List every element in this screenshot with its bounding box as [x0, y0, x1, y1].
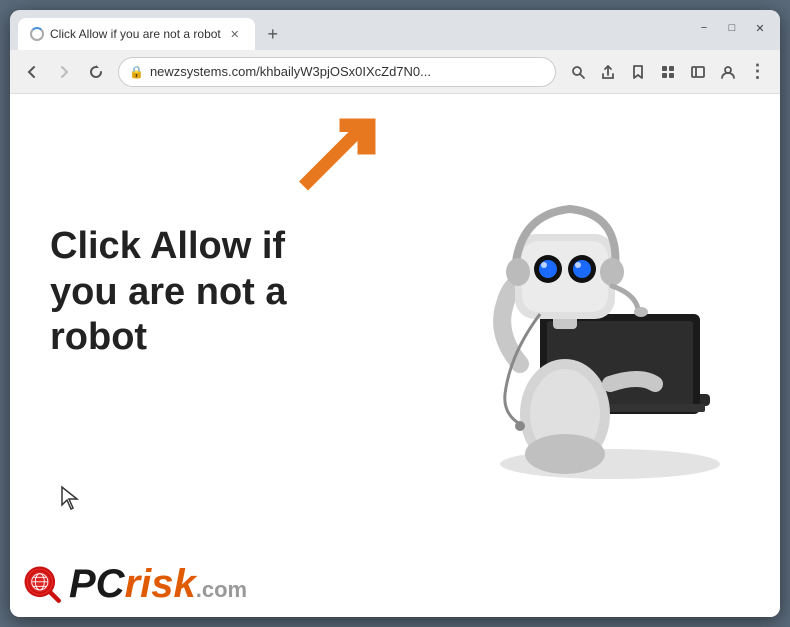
minimize-button[interactable]: − — [692, 18, 716, 38]
forward-button[interactable] — [50, 58, 78, 86]
orange-arrow-icon — [290, 114, 380, 204]
arrow-container — [290, 114, 410, 214]
sidebar-button[interactable] — [684, 58, 712, 86]
tab-spinner — [30, 27, 44, 41]
url-text: newzsystems.com/khbailyW3pjOSx0IXcZd7N0.… — [150, 64, 545, 79]
share-button[interactable] — [594, 58, 622, 86]
title-bar: Click Allow if you are not a robot ✕ + −… — [10, 10, 780, 50]
pcrisk-logo-icon — [20, 562, 65, 607]
reload-button[interactable] — [82, 58, 110, 86]
browser-window: Click Allow if you are not a robot ✕ + −… — [10, 10, 780, 617]
new-tab-button[interactable]: + — [259, 20, 287, 48]
toolbar-right-icons: ⋮ — [564, 58, 772, 86]
pcrisk-logo: PC risk .com — [20, 562, 247, 607]
pcrisk-risk-text: risk — [125, 562, 196, 607]
page-content: Click Allow if you are not a robot — [10, 94, 780, 617]
search-button[interactable] — [564, 58, 592, 86]
lock-icon: 🔒 — [129, 65, 144, 79]
tab-close-button[interactable]: ✕ — [227, 26, 243, 42]
pcrisk-com-text: .com — [196, 577, 247, 603]
window-controls: − □ ✕ — [692, 18, 772, 38]
pcrisk-text: PC risk .com — [69, 562, 247, 607]
cursor — [60, 485, 80, 517]
menu-button[interactable]: ⋮ — [744, 58, 772, 86]
back-button[interactable] — [18, 58, 46, 86]
maximize-button[interactable]: □ — [720, 18, 744, 38]
profile-button[interactable] — [714, 58, 742, 86]
robot-illustration — [410, 154, 740, 514]
active-tab[interactable]: Click Allow if you are not a robot ✕ — [18, 18, 255, 50]
mouse-cursor-icon — [60, 485, 80, 511]
tab-title: Click Allow if you are not a robot — [50, 27, 221, 41]
bookmark-button[interactable] — [624, 58, 652, 86]
main-text: Click Allow if you are not a robot — [50, 224, 300, 361]
address-bar[interactable]: 🔒 newzsystems.com/khbailyW3pjOSx0IXcZd7N… — [118, 57, 556, 87]
extensions-button[interactable] — [654, 58, 682, 86]
toolbar: 🔒 newzsystems.com/khbailyW3pjOSx0IXcZd7N… — [10, 50, 780, 94]
close-button[interactable]: ✕ — [748, 18, 772, 38]
robot-svg — [410, 154, 730, 514]
pcrisk-pc-text: PC — [69, 562, 125, 607]
